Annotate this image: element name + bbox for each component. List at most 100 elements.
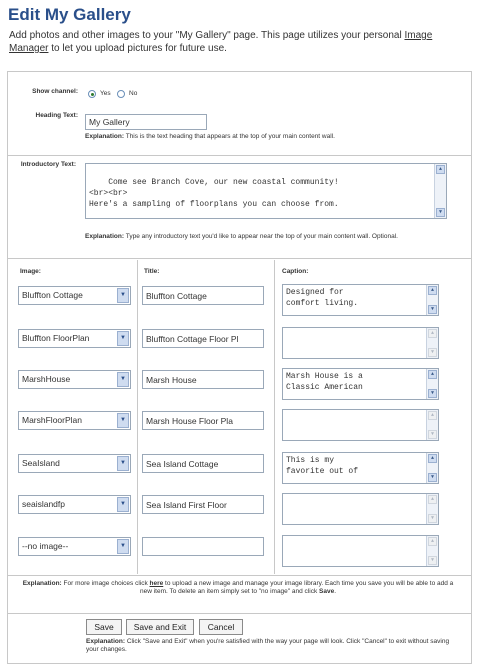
scroll-down-icon[interactable]: ▼: [428, 473, 437, 482]
explanation-label: Explanation:: [85, 133, 125, 140]
image-select[interactable]: MarshFloorPlan ▼: [18, 411, 131, 430]
scroll-up-icon[interactable]: ▲: [428, 286, 437, 295]
column-divider: [274, 260, 275, 574]
caption-area[interactable]: Designed for comfort living. ▲ ▼: [282, 284, 439, 316]
caption-scrollbar[interactable]: ▲ ▼: [426, 285, 438, 315]
caption-scrollbar[interactable]: ▲ ▼: [426, 453, 438, 483]
image-select-value: Bluffton Cottage: [22, 290, 83, 300]
explanation-end: .: [334, 588, 336, 595]
title-input[interactable]: Sea Island First Floor: [142, 495, 264, 514]
scroll-down-icon[interactable]: ▼: [428, 389, 437, 398]
image-select[interactable]: MarshHouse ▼: [18, 370, 131, 389]
divider: [8, 575, 471, 576]
caption-value: This is my favorite out of: [286, 456, 359, 476]
show-channel-no-label: No: [129, 90, 138, 97]
caption-area[interactable]: Marsh House is a Classic American ▲ ▼: [282, 368, 439, 400]
chevron-down-icon[interactable]: ▼: [117, 539, 129, 554]
intro-text-area[interactable]: Come see Branch Cove, our new coastal co…: [85, 163, 447, 219]
image-select[interactable]: SeaIsland ▼: [18, 454, 131, 473]
caption-area[interactable]: ▲ ▼: [282, 535, 439, 567]
image-select[interactable]: Bluffton FloorPlan ▼: [18, 329, 131, 348]
caption-value: Designed for comfort living.: [286, 288, 359, 308]
save-button[interactable]: Save: [86, 619, 122, 635]
intro-text-scrollbar[interactable]: ▲ ▼: [434, 164, 446, 218]
cancel-button[interactable]: Cancel: [199, 619, 243, 635]
title-input[interactable]: [142, 537, 264, 556]
caption-area[interactable]: This is my favorite out of ▲ ▼: [282, 452, 439, 484]
explanation-label: Explanation:: [85, 233, 125, 240]
caption-scrollbar[interactable]: ▲ ▼: [426, 494, 438, 524]
image-select-value: --no image--: [22, 541, 69, 551]
button-explanation: Explanation: Click "Save and Exit" when …: [86, 638, 456, 654]
title-column-header: Title:: [144, 268, 160, 275]
scroll-down-icon[interactable]: ▼: [436, 208, 445, 217]
image-explanation: Explanation: For more image choices clic…: [18, 580, 458, 596]
caption-area[interactable]: ▲ ▼: [282, 327, 439, 359]
scroll-up-icon[interactable]: ▲: [428, 495, 437, 504]
caption-scrollbar[interactable]: ▲ ▼: [426, 536, 438, 566]
title-input[interactable]: Bluffton Cottage: [142, 286, 264, 305]
divider: [8, 613, 471, 614]
image-select[interactable]: --no image-- ▼: [18, 537, 131, 556]
title-input[interactable]: Marsh House Floor Pla: [142, 411, 264, 430]
intro-text-label: Introductory Text:: [20, 161, 76, 168]
page-intro: Add photos and other images to your "My …: [9, 29, 471, 55]
chevron-down-icon[interactable]: ▼: [117, 456, 129, 471]
heading-text-input[interactable]: My Gallery: [85, 114, 207, 130]
image-select[interactable]: Bluffton Cottage ▼: [18, 286, 131, 305]
intro-text-value: Come see Branch Cove, our new coastal co…: [89, 178, 339, 209]
divider: [8, 155, 471, 156]
scroll-down-icon[interactable]: ▼: [428, 556, 437, 565]
explanation-text: Type any introductory text you'd like to…: [125, 233, 398, 240]
caption-scrollbar[interactable]: ▲ ▼: [426, 369, 438, 399]
chevron-down-icon[interactable]: ▼: [117, 372, 129, 387]
caption-scrollbar[interactable]: ▲ ▼: [426, 328, 438, 358]
caption-scrollbar[interactable]: ▲ ▼: [426, 410, 438, 440]
intro-text: Add photos and other images to your "My …: [9, 30, 405, 41]
save-and-exit-button[interactable]: Save and Exit: [126, 619, 194, 635]
title-input[interactable]: Marsh House: [142, 370, 264, 389]
image-column-header: Image:: [20, 268, 41, 275]
scroll-up-icon[interactable]: ▲: [428, 329, 437, 338]
image-select-value: MarshHouse: [22, 374, 71, 384]
image-select-value: MarshFloorPlan: [22, 415, 82, 425]
upload-here-link[interactable]: here: [150, 580, 164, 587]
image-select-value: seaislandfp: [22, 499, 66, 509]
intro-text-end: to let you upload pictures for future us…: [48, 43, 227, 54]
intro-explanation: Explanation: Type any introductory text …: [85, 233, 455, 241]
explanation-text: For more image choices click: [61, 580, 150, 587]
explanation-label: Explanation:: [86, 638, 126, 645]
page-title: Edit My Gallery: [8, 5, 131, 24]
scroll-up-icon[interactable]: ▲: [428, 411, 437, 420]
show-channel-yes-label: Yes: [100, 90, 111, 97]
image-select[interactable]: seaislandfp ▼: [18, 495, 131, 514]
show-channel-label: Show channel:: [32, 88, 78, 95]
show-channel-no-radio[interactable]: [117, 90, 125, 98]
save-word: Save: [319, 588, 335, 595]
explanation-text-cont: to upload a new image and manage your im…: [140, 580, 454, 595]
caption-area[interactable]: ▲ ▼: [282, 409, 439, 441]
caption-area[interactable]: ▲ ▼: [282, 493, 439, 525]
heading-explanation: Explanation: This is the text heading th…: [85, 133, 465, 141]
caption-column-header: Caption:: [282, 268, 309, 275]
scroll-down-icon[interactable]: ▼: [428, 305, 437, 314]
title-input[interactable]: Sea Island Cottage: [142, 454, 264, 473]
image-select-value: Bluffton FloorPlan: [22, 333, 90, 343]
scroll-down-icon[interactable]: ▼: [428, 348, 437, 357]
scroll-up-icon[interactable]: ▲: [428, 537, 437, 546]
explanation-text: This is the text heading that appears at…: [125, 133, 335, 140]
chevron-down-icon[interactable]: ▼: [117, 497, 129, 512]
scroll-up-icon[interactable]: ▲: [428, 370, 437, 379]
chevron-down-icon[interactable]: ▼: [117, 288, 129, 303]
scroll-down-icon[interactable]: ▼: [428, 430, 437, 439]
image-select-value: SeaIsland: [22, 458, 60, 468]
scroll-down-icon[interactable]: ▼: [428, 514, 437, 523]
caption-value: Marsh House is a Classic American: [286, 372, 363, 392]
chevron-down-icon[interactable]: ▼: [117, 331, 129, 346]
scroll-up-icon[interactable]: ▲: [436, 165, 445, 174]
chevron-down-icon[interactable]: ▼: [117, 413, 129, 428]
title-input[interactable]: Bluffton Cottage Floor Pl: [142, 329, 264, 348]
explanation-label: Explanation:: [22, 580, 62, 587]
show-channel-yes-radio[interactable]: [88, 90, 96, 98]
scroll-up-icon[interactable]: ▲: [428, 454, 437, 463]
